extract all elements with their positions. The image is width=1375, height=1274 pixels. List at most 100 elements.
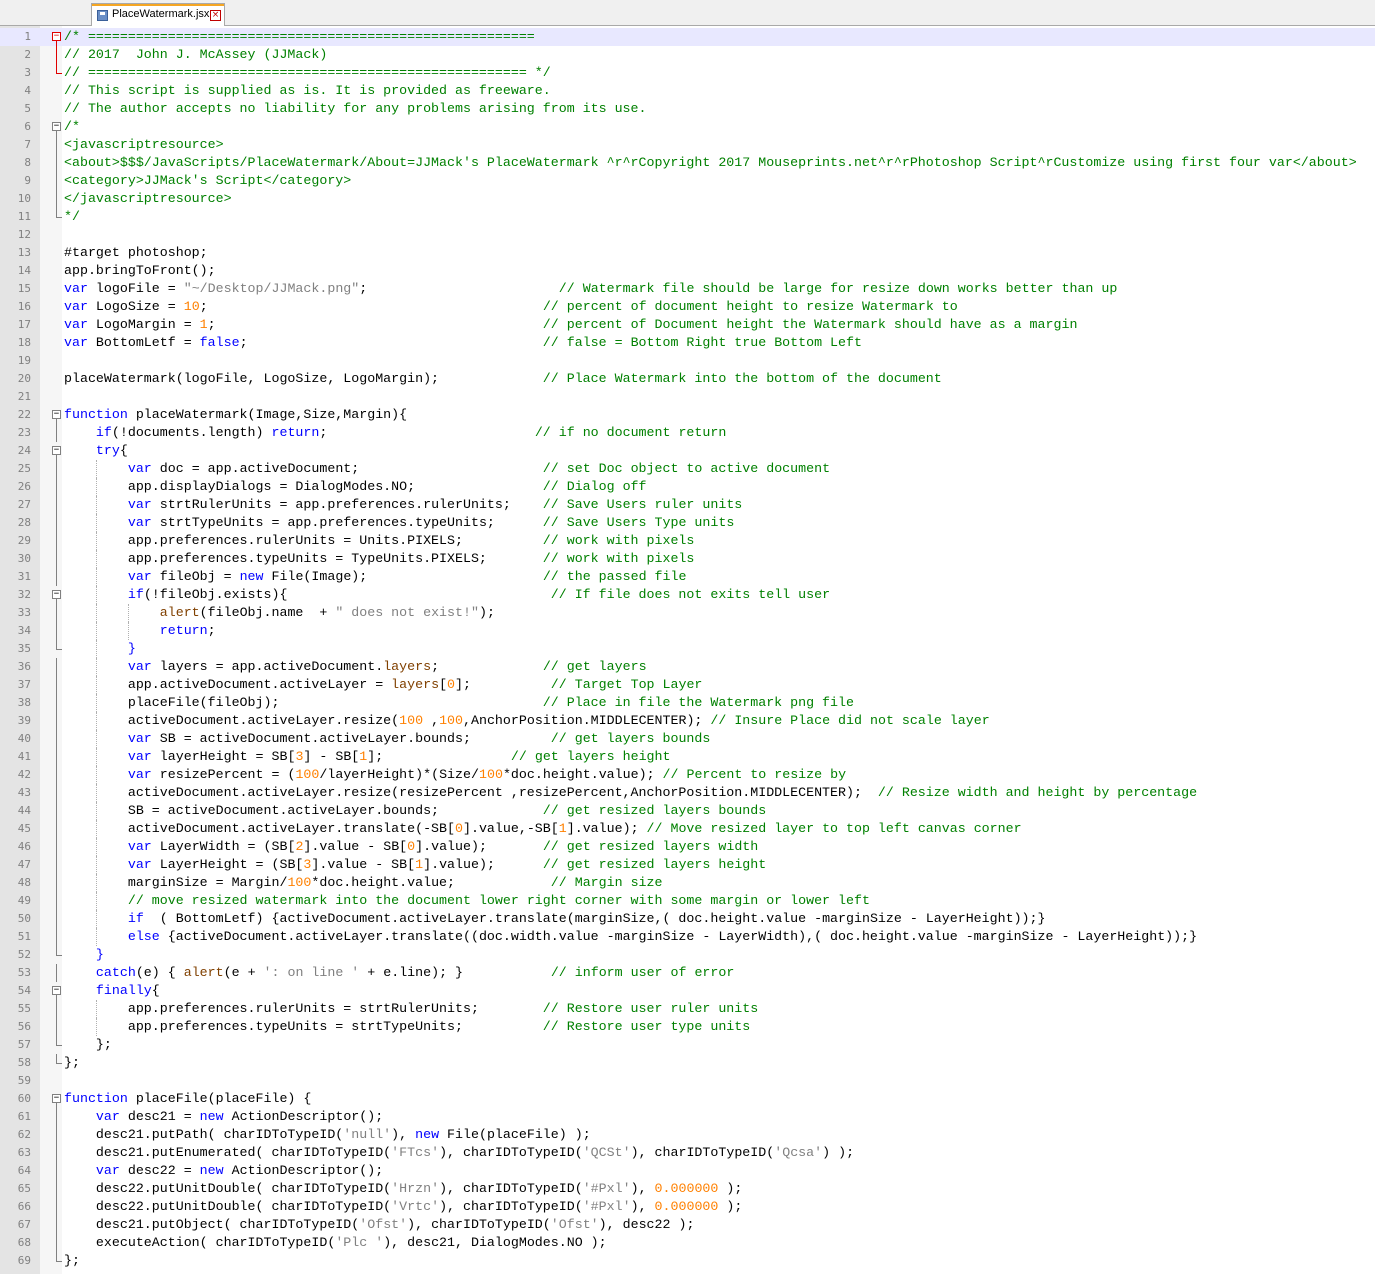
code-line[interactable]: 5 // The author accepts no liability for … [0, 100, 1375, 118]
code-line[interactable]: 34 return; [0, 622, 1375, 640]
code-line[interactable]: 3 // ====================================… [0, 64, 1375, 82]
code-text: */ [64, 208, 80, 226]
code-line[interactable]: 30 app.preferences.typeUnits = TypeUnits… [0, 550, 1375, 568]
code-line[interactable]: 4 // This script is supplied as is. It is… [0, 82, 1375, 100]
code-line[interactable]: 29 app.preferences.rulerUnits = Units.PI… [0, 532, 1375, 550]
code-line[interactable]: 25 var doc = app.activeDocument; // set … [0, 460, 1375, 478]
code-line[interactable]: 39 activeDocument.activeLayer.resize(100… [0, 712, 1375, 730]
code-line[interactable]: 22 − function placeWatermark(Image,Size,Ma… [0, 406, 1375, 424]
code-line[interactable]: 19 [0, 352, 1375, 370]
code-line[interactable]: 14 app.bringToFront(); [0, 262, 1375, 280]
code-text: var resizePercent = (100/layerHeight)*(S… [64, 766, 846, 784]
code-line[interactable]: 31 var fileObj = new File(Image); // the… [0, 568, 1375, 586]
fold-guide [56, 694, 57, 712]
code-line[interactable]: 64 var desc22 = new ActionDescriptor(); [0, 1162, 1375, 1180]
code-line[interactable]: 21 [0, 388, 1375, 406]
code-line[interactable]: 20 placeWatermark(logoFile, LogoSize, Log… [0, 370, 1375, 388]
code-line[interactable]: 12 [0, 226, 1375, 244]
code-line[interactable]: 66 desc22.putUnitDouble( charIDToTypeID(… [0, 1198, 1375, 1216]
code-line[interactable]: 51 else {activeDocument.activeLayer.tran… [0, 928, 1375, 946]
line-number: 18 [17, 336, 31, 349]
fold-guide [56, 136, 57, 154]
tab-placewatermark[interactable]: PlaceWatermark.jsx × [91, 3, 225, 26]
code-line[interactable]: 56 app.preferences.typeUnits = strtTypeU… [0, 1018, 1375, 1036]
code-line[interactable]: 57 }; [0, 1036, 1375, 1054]
fold-toggle-icon[interactable]: − [52, 32, 61, 41]
line-number: 61 [17, 1110, 31, 1123]
code-line[interactable]: 9 <category>JJMack's Script</category> [0, 172, 1375, 190]
code-line[interactable]: 53 catch(e) { alert(e + ': on line ' + e… [0, 964, 1375, 982]
code-line[interactable]: 32 − if(!fileObj.exists){ // If file does… [0, 586, 1375, 604]
code-line[interactable]: 11 */ [0, 208, 1375, 226]
code-line[interactable]: 15 var logoFile = "~/Desktop/JJMack.png";… [0, 280, 1375, 298]
code-line[interactable]: 58}; [0, 1054, 1375, 1072]
close-icon[interactable]: × [210, 10, 221, 21]
token-cm: // move resized watermark into the docum… [127, 893, 870, 908]
code-line[interactable]: 60 − function placeFile(placeFile) { [0, 1090, 1375, 1108]
code-line[interactable]: 23 if(!documents.length) return; // if n… [0, 424, 1375, 442]
code-line[interactable]: 36 var layers = app.activeDocument.layer… [0, 658, 1375, 676]
code-line[interactable]: 41 var layerHeight = SB[3] - SB[1]; // g… [0, 748, 1375, 766]
code-line[interactable]: 63 desc21.putEnumerated( charIDToTypeID(… [0, 1144, 1375, 1162]
code-line[interactable]: 35 } [0, 640, 1375, 658]
fold-toggle-icon[interactable]: − [52, 122, 61, 131]
code-line[interactable]: 13 #target photoshop; [0, 244, 1375, 262]
code-line[interactable]: 55 app.preferences.rulerUnits = strtRule… [0, 1000, 1375, 1018]
code-line[interactable]: 26 app.displayDialogs = DialogModes.NO; … [0, 478, 1375, 496]
token-kw: var [127, 461, 152, 476]
code-line[interactable]: 59 [0, 1072, 1375, 1090]
code-line[interactable]: 17 var LogoMargin = 1; // percent of Docu… [0, 316, 1375, 334]
fold-guide [56, 784, 57, 802]
code-line[interactable]: 18 var BottomLetf = false; // false = Bot… [0, 334, 1375, 352]
code-line[interactable]: 48 marginSize = Margin/100*doc.height.va… [0, 874, 1375, 892]
code-line[interactable]: 40 var SB = activeDocument.activeLayer.b… [0, 730, 1375, 748]
token-kw: } [95, 947, 104, 962]
code-line[interactable]: 33 alert(fileObj.name + " does not exist… [0, 604, 1375, 622]
code-line[interactable]: 37 app.activeDocument.activeLayer = laye… [0, 676, 1375, 694]
code-line[interactable]: 46 var LayerWidth = (SB[2].value - SB[0]… [0, 838, 1375, 856]
line-number: 65 [17, 1182, 31, 1195]
code-line[interactable]: 27 var strtRulerUnits = app.preferences.… [0, 496, 1375, 514]
code-line[interactable]: 1 −/* ===================================… [0, 28, 1375, 46]
fold-guide [56, 1234, 57, 1252]
code-line[interactable]: 50 if ( BottomLetf) {activeDocument.acti… [0, 910, 1375, 928]
code-line[interactable]: 10 </javascriptresource> [0, 190, 1375, 208]
fold-toggle-icon[interactable]: − [52, 986, 61, 995]
line-number: 52 [17, 948, 31, 961]
code-line[interactable]: 43 activeDocument.activeLayer.resize(res… [0, 784, 1375, 802]
fold-guide [56, 766, 57, 784]
code-line[interactable]: 61 var desc21 = new ActionDescriptor(); [0, 1108, 1375, 1126]
token-id [64, 461, 128, 476]
token-kw: new [199, 1163, 224, 1178]
code-line[interactable]: 67 desc21.putObject( charIDToTypeID('Ofs… [0, 1216, 1375, 1234]
fold-toggle-icon[interactable]: − [52, 590, 61, 599]
fold-toggle-icon[interactable]: − [52, 1094, 61, 1103]
code-line[interactable]: 44 SB = activeDocument.activeLayer.bound… [0, 802, 1375, 820]
code-line[interactable]: 52 } [0, 946, 1375, 964]
code-line[interactable]: 62 desc21.putPath( charIDToTypeID('null'… [0, 1126, 1375, 1144]
code-line[interactable]: 65 desc22.putUnitDouble( charIDToTypeID(… [0, 1180, 1375, 1198]
code-line[interactable]: 28 var strtTypeUnits = app.preferences.t… [0, 514, 1375, 532]
code-line[interactable]: 38 placeFile(fileObj); // Place in file … [0, 694, 1375, 712]
code-line[interactable]: 7 <javascriptresource> [0, 136, 1375, 154]
token-kw: var [127, 749, 152, 764]
fold-toggle-icon[interactable]: − [52, 446, 61, 455]
code-line[interactable]: 2 // 2017 John J. McAssey (JJMack) [0, 46, 1375, 64]
code-line[interactable]: 49 // move resized watermark into the do… [0, 892, 1375, 910]
code-line[interactable]: 16 var LogoSize = 10; // percent of docum… [0, 298, 1375, 316]
token-id: ].value - SB[ [303, 839, 408, 854]
code-line[interactable]: 69}; [0, 1252, 1375, 1270]
code-editor[interactable]: 1−/* ===================================… [0, 26, 1375, 1274]
fold-toggle-icon[interactable]: − [52, 410, 61, 419]
code-line[interactable]: 6 −/* [0, 118, 1375, 136]
token-id: { [119, 443, 128, 458]
code-line[interactable]: 68 executeAction( charIDToTypeID('Plc ')… [0, 1234, 1375, 1252]
code-line[interactable]: 47 var LayerHeight = (SB[3].value - SB[1… [0, 856, 1375, 874]
code-line[interactable]: 45 activeDocument.activeLayer.translate(… [0, 820, 1375, 838]
code-line[interactable]: 54 − finally{ [0, 982, 1375, 1000]
token-cm: // The author accepts no liability for a… [64, 101, 647, 116]
token-id: ), charIDToTypeID( [439, 1145, 583, 1160]
code-line[interactable]: 8 <about>$$$/JavaScripts/PlaceWatermark/A… [0, 154, 1375, 172]
code-line[interactable]: 24 − try{ [0, 442, 1375, 460]
code-line[interactable]: 42 var resizePercent = (100/layerHeight)… [0, 766, 1375, 784]
